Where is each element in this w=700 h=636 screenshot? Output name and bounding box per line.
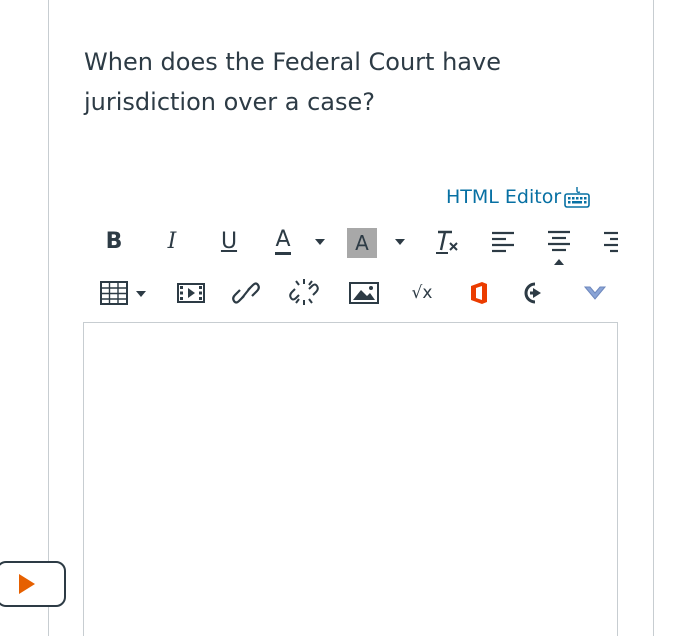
insert-image-button[interactable]	[347, 280, 381, 306]
link-icon	[232, 282, 260, 304]
align-right-icon	[604, 231, 618, 253]
rich-text-editor-area[interactable]	[83, 322, 618, 636]
table-button[interactable]	[98, 279, 130, 307]
play-icon	[19, 574, 35, 594]
chevron-down-icon	[583, 286, 607, 300]
insert-link-button[interactable]	[230, 278, 262, 308]
align-center-icon	[548, 230, 570, 252]
table-icon	[100, 281, 128, 305]
office-button[interactable]	[466, 280, 492, 306]
play-button[interactable]	[0, 561, 66, 607]
html-editor-link[interactable]: HTML Editor	[446, 184, 591, 210]
clear-formatting-button[interactable]	[430, 226, 464, 258]
background-color-dropdown[interactable]	[393, 236, 407, 248]
office-icon	[471, 282, 487, 304]
question-text: When does the Federal Court have jurisdi…	[84, 48, 501, 116]
arrow-circle-icon	[524, 282, 541, 304]
chevron-up-icon	[554, 259, 564, 265]
insert-math-button[interactable]: √x	[404, 280, 440, 306]
editor-content[interactable]	[84, 323, 617, 636]
tools-button[interactable]	[520, 280, 550, 306]
align-left-icon	[492, 231, 514, 253]
image-icon	[349, 282, 379, 304]
align-left-button[interactable]	[487, 228, 519, 256]
media-icon	[177, 283, 205, 303]
more-tools-button[interactable]	[581, 282, 609, 304]
text-color-dropdown[interactable]	[313, 236, 327, 248]
clear-formatting-icon	[436, 230, 458, 254]
align-center-button[interactable]	[542, 224, 576, 270]
chevron-down-icon	[136, 291, 146, 297]
chevron-down-icon	[395, 239, 405, 245]
remove-link-button[interactable]	[287, 276, 321, 308]
unlink-icon	[289, 279, 319, 305]
bold-button[interactable]: B	[100, 226, 128, 258]
keyboard-icon	[563, 185, 591, 209]
align-right-button[interactable]	[598, 228, 622, 256]
background-color-button[interactable]: A	[347, 228, 377, 258]
underline-button[interactable]: U	[214, 226, 244, 258]
embed-media-button[interactable]	[175, 280, 207, 306]
chevron-down-icon	[315, 239, 325, 245]
italic-button[interactable]: I	[158, 226, 186, 258]
text-color-button[interactable]: A	[268, 226, 298, 258]
html-editor-label: HTML Editor	[446, 186, 562, 208]
table-dropdown[interactable]	[134, 288, 148, 300]
